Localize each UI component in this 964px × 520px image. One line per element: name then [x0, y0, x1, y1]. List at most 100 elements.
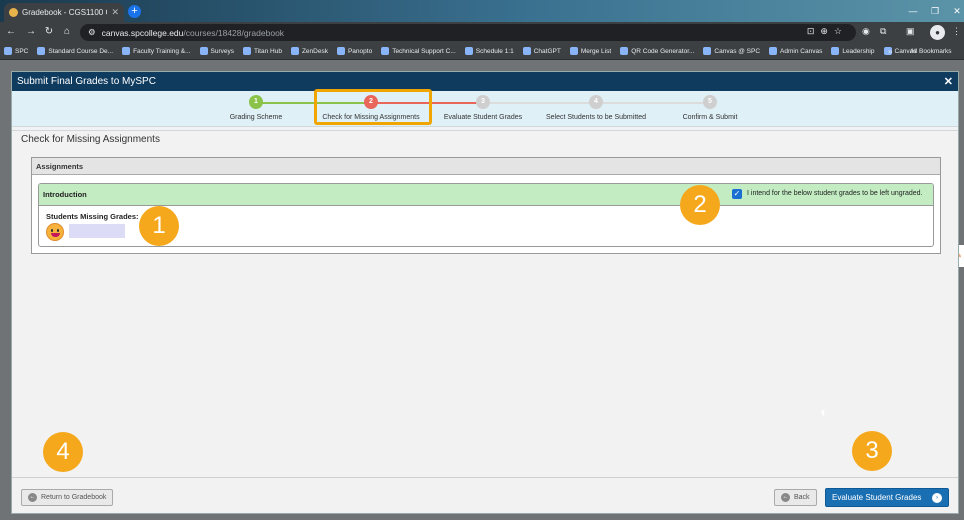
step-4: 4 Select Students to be Submitted: [536, 95, 656, 121]
bookmark-icon: [37, 47, 46, 55]
callout-1: 1: [139, 206, 179, 246]
profile-avatar-icon[interactable]: ●: [930, 25, 945, 40]
bookmark-icon: [243, 47, 251, 55]
students-missing-label: Students Missing Grades:: [46, 212, 139, 221]
modal-header: Submit Final Grades to MySPC ✕: [12, 72, 958, 91]
bookmark-icon: [336, 47, 345, 55]
bookmark-label: ZenDesk: [301, 47, 328, 55]
bookmark-item[interactable]: Titan Hub: [243, 47, 282, 55]
bookmark-item[interactable]: Merge List: [569, 47, 612, 55]
new-tab-button[interactable]: +: [128, 5, 141, 18]
canvas-favicon-icon: [9, 8, 18, 17]
bookmark-label: Standard Course De...: [48, 47, 114, 55]
bookmark-label: Technical Support C...: [392, 47, 456, 55]
bookmark-icon: [569, 47, 578, 55]
bookmark-item[interactable]: Canvas @ SPC: [703, 47, 760, 55]
browser-tabstrip: Gradebook - CGS1100 Compute ✕ + — ❐ ✕: [0, 0, 964, 22]
bookmark-icon: [290, 47, 299, 55]
address-bar-row: ← → ↻ ⌂ ⚙ canvas.spcollege.edu/courses/1…: [0, 22, 964, 43]
step-number-circle: 2: [364, 95, 378, 109]
modal-close-icon[interactable]: ✕: [944, 75, 953, 88]
step-2: 2 Check for Missing Assignments: [311, 95, 431, 121]
section-title: Check for Missing Assignments: [21, 134, 160, 145]
bookmarks-bar: SPC Standard Course De... Faculty Training…: [0, 43, 964, 60]
bookmark-label: Merge List: [580, 47, 612, 55]
modal-footer: ← Return to Gradebook ← Back Evaluate St…: [12, 477, 958, 513]
back-button[interactable]: ← Back: [774, 489, 817, 506]
step-number-circle: 5: [703, 95, 717, 109]
bookmark-label: Panopto: [347, 47, 373, 55]
browser-tab[interactable]: Gradebook - CGS1100 Compute ✕: [4, 3, 124, 22]
arrow-left-icon: ←: [28, 493, 37, 502]
url-host: canvas.spcollege.edu: [101, 27, 184, 38]
bookmark-item[interactable]: Standard Course De...: [37, 47, 113, 55]
submit-grades-modal: Submit Final Grades to MySPC ✕ 1 Grading …: [11, 71, 959, 514]
step-label: Check for Missing Assignments: [322, 114, 420, 121]
kebab-menu-icon[interactable]: ⋮: [952, 26, 961, 37]
url-input[interactable]: ⚙ canvas.spcollege.edu/courses/18428/gra…: [80, 24, 856, 41]
url-action-icons[interactable]: ⊡⊕☆: [807, 26, 848, 37]
bookmark-item[interactable]: Admin Canvas: [769, 47, 822, 55]
back-arrow-icon[interactable]: ←: [4, 26, 18, 37]
bookmark-item[interactable]: Schedule 1:1: [464, 47, 514, 55]
leave-ungraded-label[interactable]: I intend for the below student grades to…: [747, 190, 923, 197]
bookmark-item[interactable]: Surveys: [199, 47, 234, 55]
bookmark-label: SPC: [15, 47, 29, 55]
leave-ungraded-checkbox[interactable]: ✓: [732, 189, 742, 199]
bookmark-item[interactable]: ZenDesk: [290, 47, 328, 55]
bookmark-item[interactable]: Leadership: [831, 47, 875, 55]
callout-4: 4: [43, 432, 83, 472]
bookmark-label: Leadership: [842, 47, 875, 55]
step-5: 5 Confirm & Submit: [650, 95, 770, 121]
return-to-gradebook-button[interactable]: ← Return to Gradebook: [21, 489, 114, 506]
bookmark-icon: [4, 47, 12, 55]
bookmark-label: QR Code Generator...: [631, 47, 695, 55]
bookmark-item[interactable]: Faculty Training &...: [122, 47, 191, 55]
step-label: Confirm & Submit: [682, 114, 738, 121]
url-path: /courses/18428/gradebook: [183, 27, 285, 38]
callout-3: 3: [852, 431, 892, 471]
bookmark-item[interactable]: ChatGPT: [522, 47, 561, 55]
bookmark-label: Canvas @ SPC: [714, 47, 761, 55]
evaluate-student-grades-button[interactable]: Evaluate Student Grades ›: [825, 488, 949, 507]
window-close-icon[interactable]: ✕: [942, 0, 964, 22]
step-3: 3 Evaluate Student Grades: [423, 95, 543, 121]
bookmark-label: Surveys: [210, 47, 234, 55]
all-bookmarks-folder[interactable]: All Bookmarks: [910, 43, 952, 59]
bookmark-label: Admin Canvas: [780, 47, 823, 55]
site-info-icon[interactable]: ⚙: [88, 27, 96, 38]
bookmark-icon: [769, 47, 778, 55]
forward-arrow-icon[interactable]: →: [24, 26, 38, 37]
bookmark-icon: [831, 47, 840, 55]
bookmarks-overflow-icon[interactable]: »: [888, 43, 892, 59]
modal-title: Submit Final Grades to MySPC: [17, 76, 156, 87]
bookmark-label: Schedule 1:1: [475, 47, 514, 55]
student-avatar: [46, 223, 64, 241]
callout-2: 2: [680, 185, 720, 225]
divider: [12, 130, 958, 131]
back-button-label: Back: [794, 494, 810, 501]
arrow-right-icon: ›: [932, 492, 942, 503]
bookmark-item[interactable]: SPC: [4, 47, 28, 55]
home-icon[interactable]: ⌂: [60, 26, 74, 37]
step-label: Evaluate Student Grades: [443, 114, 523, 121]
step-label: Select Students to be Submitted: [545, 114, 646, 121]
bookmark-item[interactable]: Panopto: [336, 47, 373, 55]
assignments-panel-title: Assignments: [32, 158, 940, 175]
step-number-circle: 3: [476, 95, 490, 109]
assignment-header: Introduction ✓ I intend for the below st…: [39, 184, 933, 206]
bookmark-icon: [199, 47, 208, 55]
step-1: 1 Grading Scheme: [196, 95, 316, 121]
puzzle-icon[interactable]: ⧉: [880, 26, 886, 37]
student-name-redacted: [69, 224, 125, 238]
extension-icon[interactable]: ◉: [862, 26, 870, 37]
bookmark-item[interactable]: Technical Support C...: [381, 47, 456, 55]
reload-icon[interactable]: ↻: [42, 26, 56, 37]
bookmark-item[interactable]: QR Code Generator...: [620, 47, 694, 55]
sidepanel-icon[interactable]: ▣: [906, 26, 915, 37]
step-number-circle: 1: [249, 95, 263, 109]
assignment-name: Introduction: [43, 190, 87, 199]
tab-close-icon[interactable]: ✕: [111, 7, 119, 18]
step-number-circle: 4: [589, 95, 603, 109]
bookmark-icon: [522, 47, 531, 55]
